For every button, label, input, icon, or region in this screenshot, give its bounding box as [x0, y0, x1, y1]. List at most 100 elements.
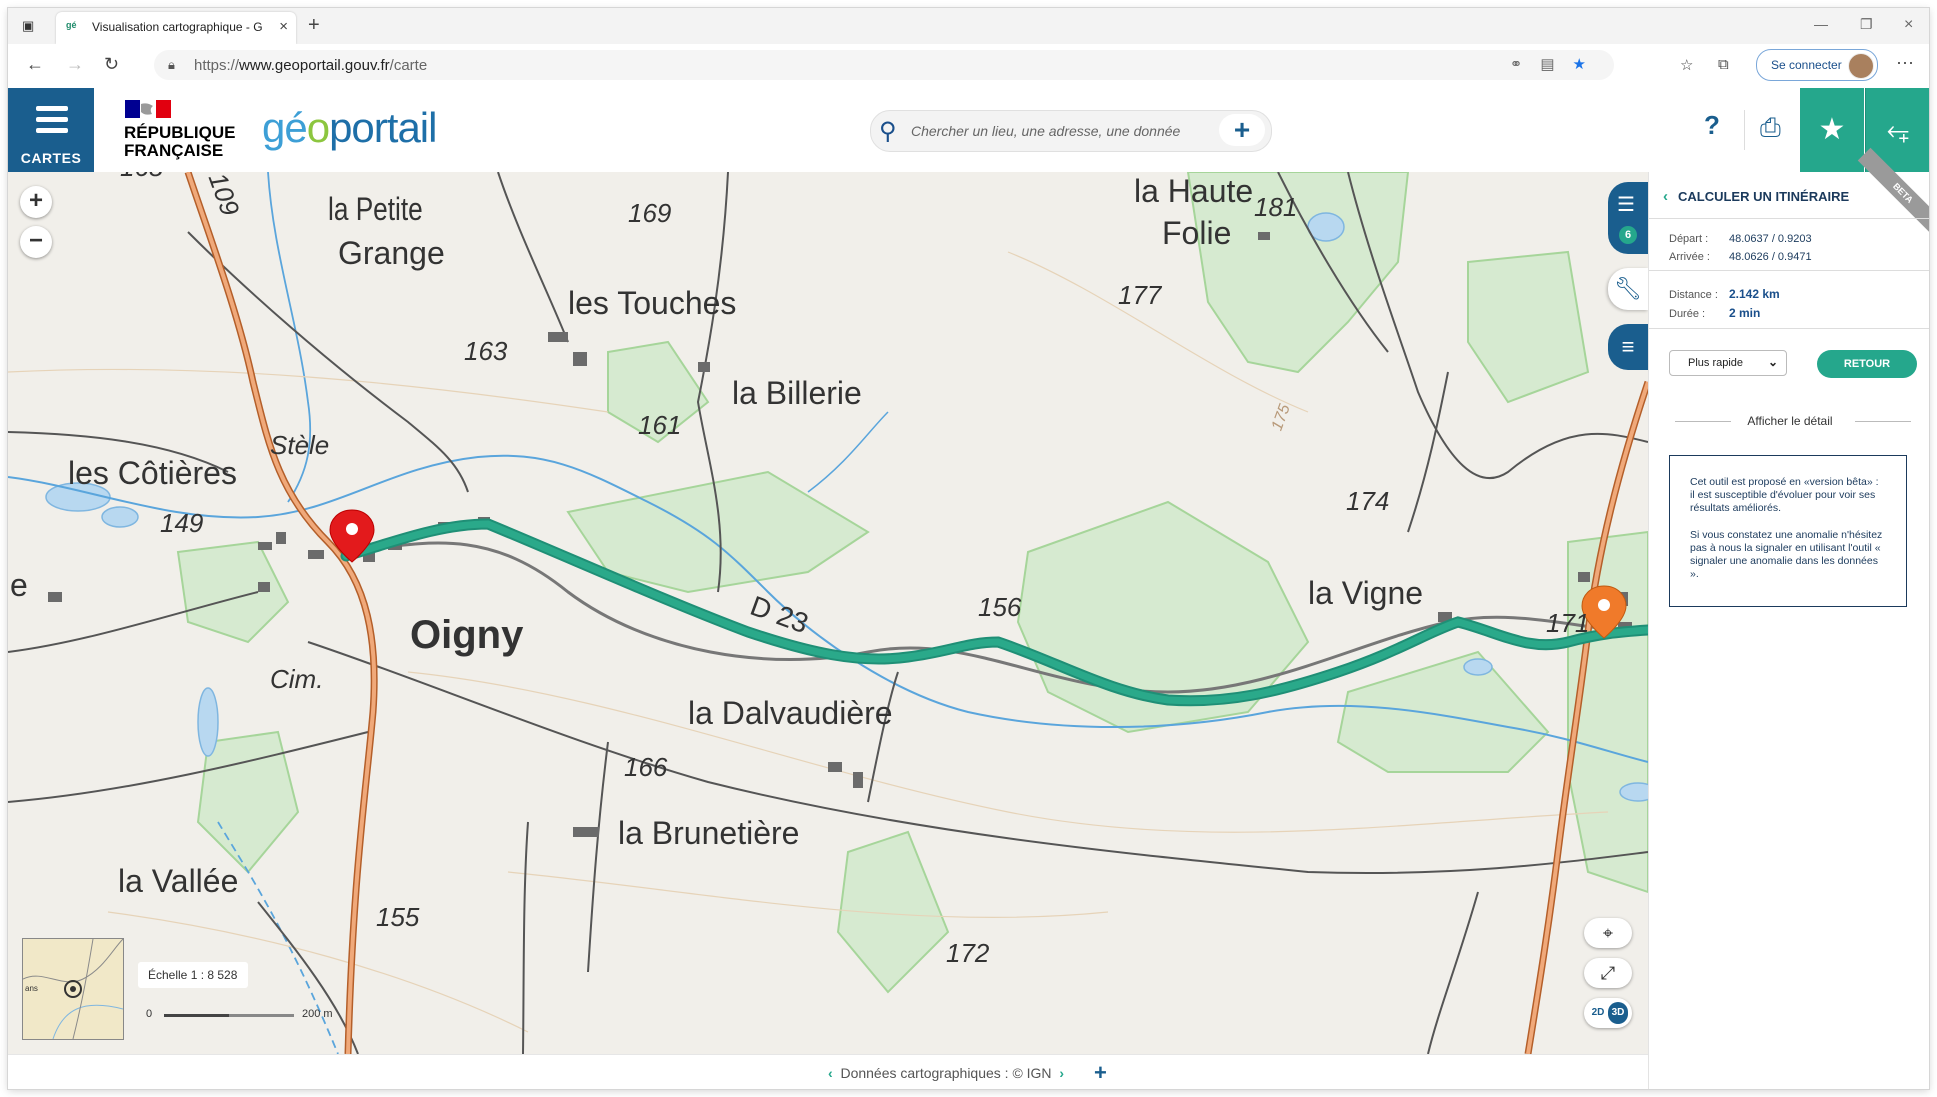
label-billerie: la Billerie	[732, 375, 862, 411]
cartes-menu-button[interactable]: CARTES	[8, 88, 94, 172]
geoportail-logo[interactable]: géoportail	[262, 104, 437, 152]
layers-button[interactable]: ☰ 6	[1608, 182, 1648, 254]
attribution-next-icon[interactable]: ›	[1059, 1065, 1064, 1081]
label-vallee: la Vallée	[118, 863, 238, 899]
key-icon[interactable]: ⚭	[1510, 56, 1541, 73]
attribution-prev-icon[interactable]: ‹	[828, 1065, 833, 1081]
republique-francaise-text: RÉPUBLIQUE FRANÇAISE	[124, 123, 236, 160]
elev-163: 163	[464, 336, 508, 366]
back-icon[interactable]: ←	[26, 54, 44, 75]
elev-168: 168	[120, 172, 164, 182]
marianne-logo	[125, 100, 171, 118]
new-tab-icon[interactable]: +	[308, 14, 320, 37]
tools-button[interactable]: 🔧︎	[1608, 268, 1648, 310]
close-window-icon[interactable]: ×	[1904, 16, 1913, 34]
retour-button[interactable]: RETOUR	[1817, 350, 1917, 378]
chevron-down-icon: ⌄	[1767, 355, 1778, 369]
lock-icon: 🔒︎	[168, 57, 175, 72]
search-bar[interactable]: ⚲ Chercher un lieu, une adresse, une don…	[870, 110, 1272, 152]
view-2d-option[interactable]: 2D	[1588, 1002, 1608, 1024]
fullscreen-icon: ⤢	[1600, 963, 1616, 983]
signin-label: Se connecter	[1771, 58, 1842, 72]
attribution-bar: ‹ Données cartographiques : © IGN › +	[8, 1054, 1648, 1089]
label-petite-grange: la Petite	[328, 193, 423, 228]
attribution[interactable]: ‹ Données cartographiques : © IGN ›	[828, 1065, 1064, 1081]
print-icon[interactable]: ⎙	[1760, 112, 1781, 144]
panel-title: ‹ CALCULER UN ITINÉRAIRE	[1663, 188, 1850, 205]
label-vigne: la Vigne	[1308, 575, 1423, 611]
search-icon[interactable]: ⚲	[879, 117, 897, 146]
scale-bar: 0 200 m	[138, 1004, 348, 1028]
label-dalvaudiere: la Dalvaudière	[688, 695, 893, 731]
beta-info-box: Cet outil est proposé en «version bêta» …	[1669, 455, 1907, 607]
scale-bar-line	[164, 1014, 294, 1017]
address-toolbar: ← → ↻ 🔒︎ https://www.geoportail.gouv.fr/…	[8, 44, 1929, 89]
overview-map[interactable]: ans	[22, 938, 124, 1040]
map-canvas[interactable]: la Petite Grange les Touches la Billerie…	[8, 172, 1648, 1054]
arrivee-row: Arrivée :48.0626 / 0.9471	[1669, 251, 1812, 263]
more-icon[interactable]: ···	[1896, 52, 1914, 73]
layers-count-badge: 6	[1619, 226, 1637, 244]
url-field[interactable]: 🔒︎ https://www.geoportail.gouv.fr/carte …	[154, 50, 1614, 80]
stream-branch	[807, 411, 889, 493]
show-detail-link[interactable]: Afficher le détail	[1669, 414, 1911, 428]
favorite-star-icon[interactable]: ★	[1573, 56, 1604, 73]
route-mode-select[interactable]: Plus rapide ⌄	[1669, 350, 1787, 376]
depart-row: Départ :48.0637 / 0.9203	[1669, 233, 1812, 245]
elev-166: 166	[624, 752, 668, 782]
attribution-more-icon[interactable]: +	[1094, 1060, 1107, 1086]
reload-icon[interactable]: ↻	[104, 54, 119, 75]
help-icon[interactable]: ?	[1704, 110, 1720, 141]
fullscreen-button[interactable]: ⤢	[1584, 958, 1632, 988]
reader-icon[interactable]: ▤	[1540, 56, 1572, 73]
label-stele: Stèle	[270, 430, 329, 460]
elev-169: 169	[628, 198, 671, 228]
map-view[interactable]: la Petite Grange les Touches la Billerie…	[8, 172, 1648, 1054]
minimize-icon[interactable]: —	[1814, 16, 1828, 32]
itinerary-panel: BETA ‹ CALCULER UN ITINÉRAIRE Départ :48.…	[1648, 147, 1929, 1089]
back-chevron-icon[interactable]: ‹	[1663, 188, 1668, 205]
close-tab-icon[interactable]: ×	[279, 18, 288, 35]
locate-button[interactable]: ⌖	[1584, 918, 1632, 948]
vegetation-areas	[176, 172, 1648, 994]
elev-177: 177	[1118, 280, 1163, 310]
overview-label: ans	[25, 984, 38, 993]
zoom-out-button[interactable]: −	[20, 226, 52, 258]
scale-bar-max: 200 m	[302, 1008, 333, 1020]
label-brunetiere: la Brunetière	[618, 815, 799, 851]
view-3d-option[interactable]: 3D	[1608, 1002, 1628, 1024]
tab-bar: ▣ gé Visualisation cartographique - G × …	[8, 8, 1929, 44]
restore-icon[interactable]: ❐	[1860, 16, 1873, 33]
favorites-icon[interactable]: ☆	[1680, 56, 1693, 74]
elev-174: 174	[1346, 486, 1389, 516]
elev-156: 156	[978, 592, 1022, 622]
browser-tab[interactable]: gé Visualisation cartographique - G ×	[56, 12, 296, 44]
view-2d-3d-toggle[interactable]: 2D 3D	[1584, 998, 1632, 1028]
elev-109: 109	[203, 172, 246, 220]
legend-button[interactable]: ≡	[1608, 324, 1648, 370]
cartes-label: CARTES	[20, 150, 82, 166]
label-oigny: Oigny	[410, 613, 524, 657]
wrench-icon: 🔧︎	[1614, 276, 1642, 301]
scale-label: Échelle 1 : 8 528	[138, 962, 248, 988]
label-touches: les Touches	[568, 285, 736, 321]
signin-button[interactable]: Se connecter	[1756, 49, 1878, 81]
collections-icon[interactable]: ⧉	[1718, 56, 1729, 73]
divider	[1649, 270, 1929, 271]
zoom-in-button[interactable]: +	[20, 186, 52, 218]
elev-149: 149	[160, 508, 203, 538]
search-input[interactable]: Chercher un lieu, une adresse, une donné…	[911, 123, 1180, 139]
divider	[1649, 218, 1929, 219]
elev-161: 161	[638, 410, 681, 440]
url-actions: ⚭▤★	[1510, 55, 1604, 73]
browser-window: ▣ gé Visualisation cartographique - G × …	[8, 8, 1929, 1089]
tab-actions-icon[interactable]: ▣	[22, 18, 38, 34]
crosshair-icon: ⌖	[1602, 923, 1614, 943]
favorites-star-icon[interactable]: ★	[1800, 88, 1864, 172]
header-divider	[1744, 110, 1745, 150]
scale-bar-min: 0	[146, 1008, 153, 1020]
search-options-button[interactable]: +	[1219, 114, 1265, 146]
forward-icon[interactable]: →	[66, 54, 84, 75]
label-cotieres: les Côtières	[68, 455, 237, 491]
divider	[1649, 328, 1929, 329]
